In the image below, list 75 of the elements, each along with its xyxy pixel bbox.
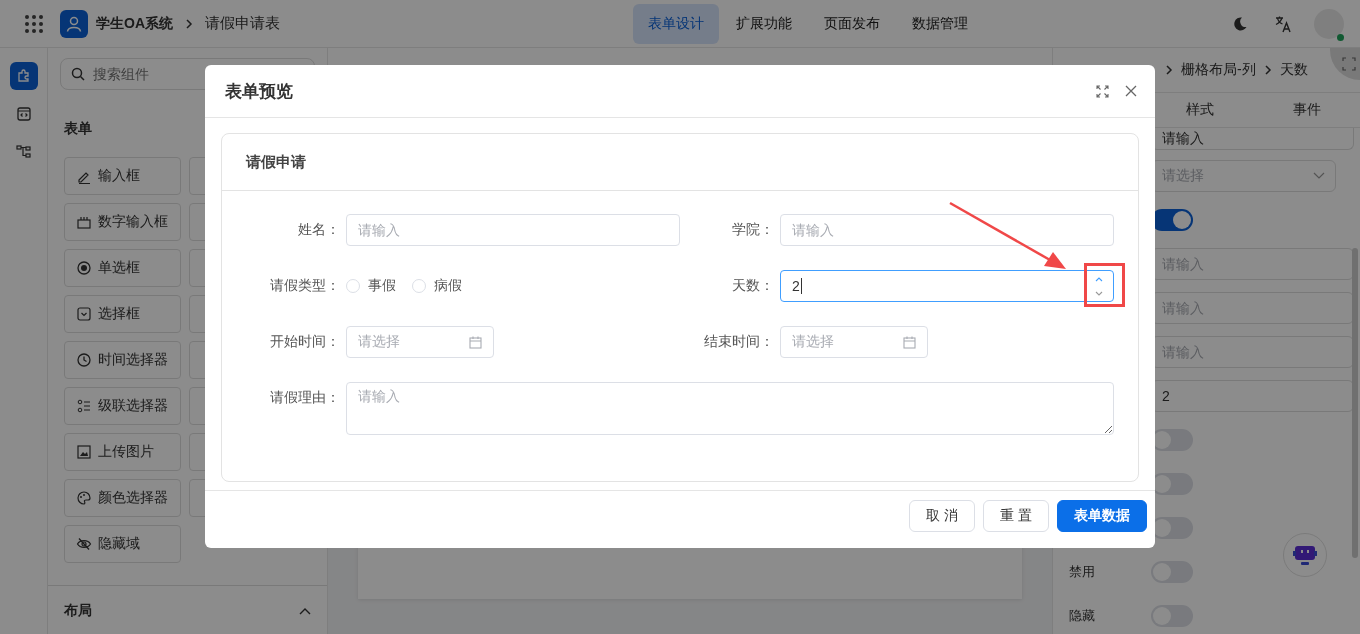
clock-icon bbox=[76, 352, 92, 368]
breadcrumb-item[interactable]: 天数 bbox=[1279, 61, 1308, 79]
calendar-icon bbox=[903, 335, 916, 349]
component-item[interactable]: 输入框 bbox=[64, 157, 181, 195]
search-icon bbox=[71, 67, 85, 81]
search-input[interactable]: 搜索组件 bbox=[91, 65, 295, 83]
field-label: 结束时间： bbox=[703, 333, 775, 351]
field-label: 姓名： bbox=[297, 221, 341, 239]
field-label: 隐藏 bbox=[1069, 608, 1095, 623]
input-field[interactable]: 请输入 bbox=[346, 214, 680, 246]
chevron-right-icon bbox=[185, 17, 193, 30]
nav-tab[interactable]: 扩展功能 bbox=[721, 3, 807, 44]
field-label: 禁用 bbox=[1069, 564, 1095, 579]
close-icon[interactable] bbox=[1125, 85, 1137, 97]
fullscreen-button[interactable] bbox=[1330, 48, 1360, 80]
breadcrumb-item[interactable]: 栅格布局-列 bbox=[1181, 61, 1256, 79]
calendar-icon bbox=[469, 335, 482, 349]
palette-icon bbox=[76, 490, 92, 506]
nav-tab[interactable]: 数据管理 bbox=[897, 3, 983, 44]
component-item[interactable]: 时间选择器 bbox=[64, 341, 181, 379]
chevron-right-icon bbox=[1263, 64, 1272, 76]
increment-icon[interactable] bbox=[1094, 275, 1104, 283]
avatar[interactable] bbox=[1314, 8, 1344, 39]
rail-item[interactable] bbox=[9, 62, 38, 90]
section-title: 布局 bbox=[64, 602, 92, 620]
radio-option[interactable]: 事假 bbox=[346, 277, 396, 295]
field-label: 开始时间： bbox=[269, 333, 341, 351]
eye-off-icon bbox=[76, 536, 92, 552]
number-box-icon bbox=[76, 214, 92, 230]
radio-option[interactable]: 病假 bbox=[412, 277, 462, 295]
image-icon bbox=[76, 444, 92, 460]
flowchart-icon bbox=[14, 143, 33, 161]
field-label: 请假类型： bbox=[269, 277, 341, 295]
input-field[interactable]: 请输入 bbox=[780, 214, 1114, 246]
field-label: 请假理由： bbox=[269, 388, 341, 407]
chevron-up-icon[interactable] bbox=[299, 607, 311, 615]
dialog-button[interactable]: 取 消 bbox=[909, 499, 976, 532]
logo-icon bbox=[60, 9, 88, 38]
translate-icon[interactable] bbox=[1274, 14, 1292, 33]
textarea-field[interactable]: 请输入 bbox=[346, 382, 1114, 435]
moon-icon[interactable] bbox=[1232, 15, 1248, 32]
component-item[interactable]: 选择框 bbox=[64, 295, 181, 333]
component-item[interactable]: 级联选择器 bbox=[64, 387, 181, 425]
component-item[interactable]: 单选框 bbox=[64, 249, 181, 287]
card-title: 请假申请 bbox=[246, 152, 306, 172]
robot-icon bbox=[1292, 543, 1318, 567]
chevron-right-icon bbox=[1165, 64, 1173, 76]
number-input[interactable]: 2 bbox=[780, 270, 1114, 302]
chevron-down-icon bbox=[1313, 172, 1325, 180]
section-title: 表单 bbox=[64, 120, 93, 138]
fullscreen-icon[interactable] bbox=[1096, 84, 1109, 98]
highlight-frame bbox=[1084, 263, 1125, 307]
dialog-button[interactable]: 重 置 bbox=[983, 499, 1049, 532]
page-title: 请假申请表 bbox=[205, 14, 280, 33]
panel-tab[interactable]: 样式 bbox=[1147, 93, 1254, 127]
app-name: 学生OA系统 bbox=[96, 14, 173, 33]
primary-button[interactable]: 表单数据 bbox=[1057, 499, 1147, 532]
field-label: 天数： bbox=[731, 277, 775, 295]
panel-tab[interactable]: 事件 bbox=[1253, 93, 1360, 127]
decrement-icon[interactable] bbox=[1094, 289, 1104, 297]
component-item[interactable]: 颜色选择器 bbox=[64, 479, 181, 517]
dropdown-box-icon bbox=[76, 306, 92, 322]
app-grid-icon[interactable] bbox=[24, 13, 44, 34]
radio-icon bbox=[76, 260, 92, 276]
field-label: 学院： bbox=[731, 221, 775, 239]
component-item[interactable]: 隐藏域 bbox=[64, 525, 181, 563]
component-item[interactable]: 上传图片 bbox=[64, 433, 181, 471]
scrollbar[interactable] bbox=[1352, 248, 1358, 558]
component-item[interactable]: 数字输入框 bbox=[64, 203, 181, 241]
chatbot-button[interactable] bbox=[1283, 533, 1327, 577]
code-window-icon bbox=[14, 105, 33, 123]
nav-tab[interactable]: 表单设计 bbox=[633, 3, 719, 44]
list-icon bbox=[76, 398, 92, 414]
nav-tab[interactable]: 页面发布 bbox=[809, 3, 895, 44]
expand-icon bbox=[1342, 57, 1356, 71]
